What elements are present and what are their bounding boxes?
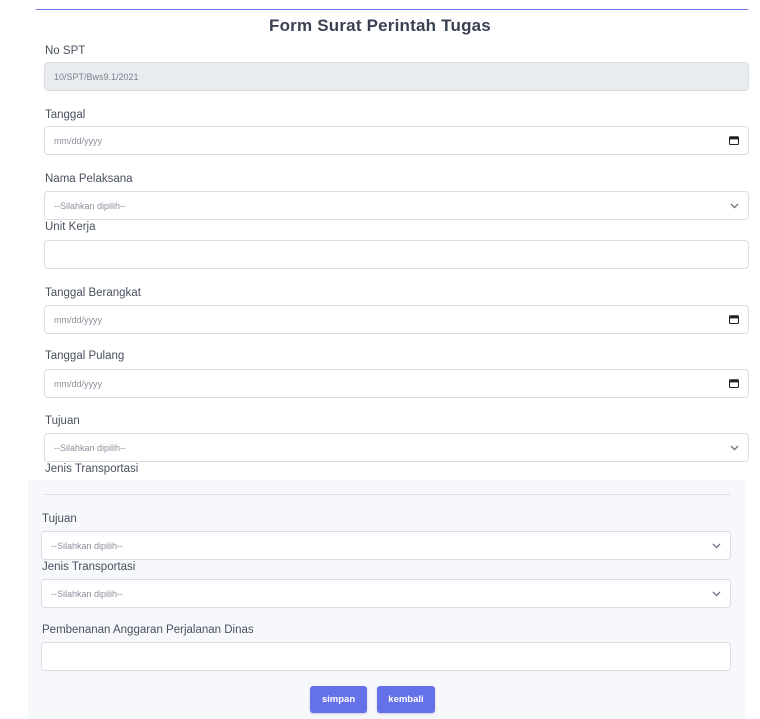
panel-tujuan-select[interactable]: --Silahkan dipilih-- <box>41 531 731 560</box>
panel-tujuan-label: Tujuan <box>42 513 77 525</box>
tanggal-pulang-label: Tanggal Pulang <box>45 350 125 362</box>
tanggal-date-input[interactable]: mm/dd/yyyy <box>44 126 749 155</box>
tanggal-berangkat-placeholder: mm/dd/yyyy <box>54 314 103 325</box>
panel-jenis-transportasi-label: Jenis Transportasi <box>42 561 136 573</box>
panel-jenis-transportasi-select[interactable]: --Silahkan dipilih-- <box>41 579 731 608</box>
chevron-down-icon <box>712 543 721 549</box>
tujuan-label: Tujuan <box>45 415 80 427</box>
calendar-icon[interactable] <box>729 315 739 324</box>
panel-tujuan-selected: --Silahkan dipilih-- <box>51 540 124 551</box>
header-divider <box>36 9 748 10</box>
tanggal-label: Tanggal <box>45 109 86 121</box>
no-spt-field[interactable]: 10/SPT/Bws9.1/2021 <box>44 62 749 91</box>
tanggal-pulang-date-input[interactable]: mm/dd/yyyy <box>44 369 749 398</box>
page-title: Form Surat Perintah Tugas <box>269 16 491 35</box>
tanggal-berangkat-date-input[interactable]: mm/dd/yyyy <box>44 305 749 334</box>
simpan-button[interactable]: simpan <box>310 686 367 713</box>
pembebanan-label: Pembenanan Anggaran Perjalanan Dinas <box>42 624 254 636</box>
tujuan-selected: --Silahkan dipilih-- <box>54 442 127 453</box>
jenis-transportasi-label: Jenis Transportasi <box>45 463 139 475</box>
nama-pelaksana-select[interactable]: --Silahkan dipilih-- <box>44 191 749 220</box>
pembebanan-input[interactable] <box>41 642 731 671</box>
no-spt-value: 10/SPT/Bws9.1/2021 <box>54 71 139 82</box>
tanggal-placeholder: mm/dd/yyyy <box>54 135 103 146</box>
nama-pelaksana-label: Nama Pelaksana <box>45 173 133 185</box>
calendar-icon[interactable] <box>729 379 739 388</box>
section-divider <box>44 494 730 495</box>
panel-jenis-transportasi-selected: --Silahkan dipilih-- <box>51 588 124 599</box>
calendar-icon[interactable] <box>729 136 739 145</box>
unit-kerja-input[interactable] <box>44 240 749 269</box>
kembali-button[interactable]: kembali <box>377 686 435 713</box>
tanggal-berangkat-label: Tanggal Berangkat <box>45 287 141 299</box>
tujuan-select[interactable]: --Silahkan dipilih-- <box>44 433 749 462</box>
nama-pelaksana-selected: --Silahkan dipilih-- <box>54 200 127 211</box>
tanggal-pulang-placeholder: mm/dd/yyyy <box>54 378 103 389</box>
chevron-down-icon <box>712 591 721 597</box>
no-spt-label: No SPT <box>45 45 86 57</box>
chevron-down-icon <box>730 203 739 209</box>
chevron-down-icon <box>730 445 739 451</box>
unit-kerja-label: Unit Kerja <box>45 221 96 233</box>
